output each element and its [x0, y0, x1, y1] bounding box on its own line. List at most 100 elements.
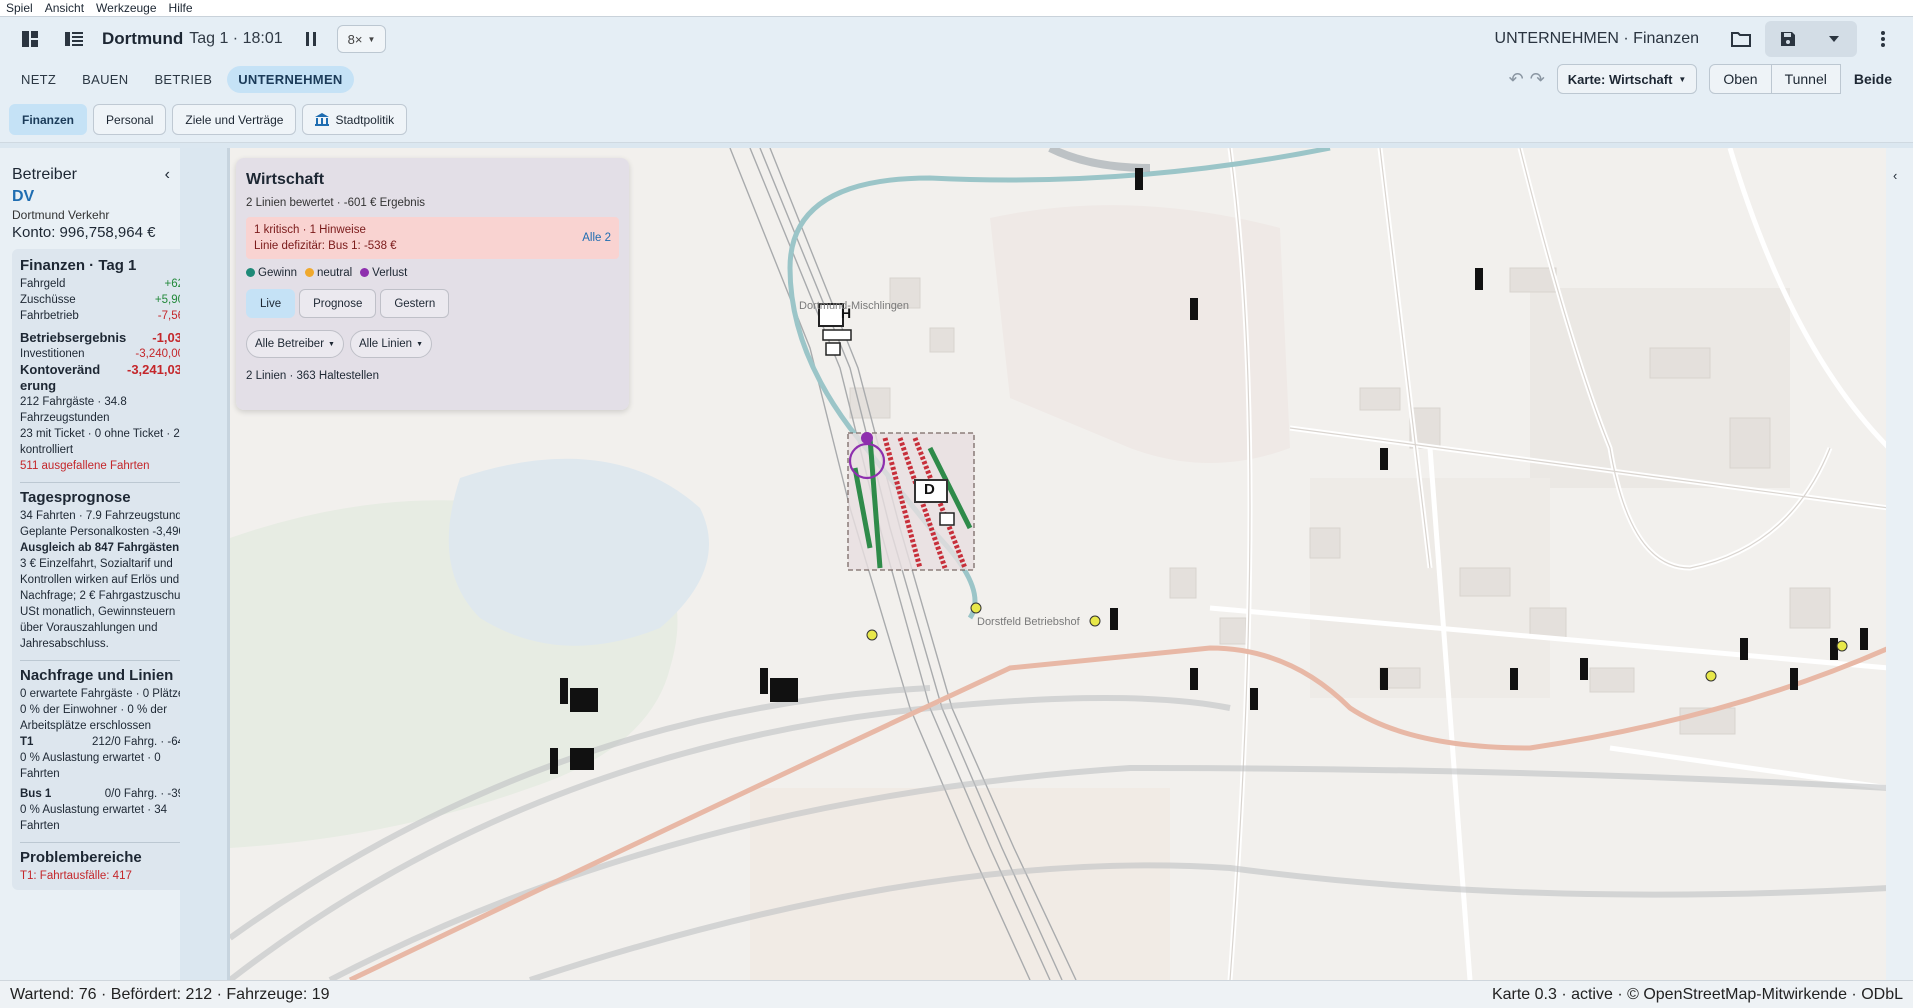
menu-hilfe[interactable]: Hilfe	[169, 0, 193, 16]
view-controls: ↶ ↷ Karte: Wirtschaft ▼ Oben Tunnel Beid…	[1509, 64, 1905, 94]
speed-value: 8×	[347, 31, 363, 47]
cancelled-trips: 511 ausgefallene Fahrten	[20, 460, 150, 472]
chevron-down-icon: ▼	[1678, 74, 1687, 84]
line-detail: 0 % Auslastung erwartet · 34 Fahrten	[20, 804, 168, 832]
save-icon[interactable]	[1765, 21, 1811, 57]
wirtschaft-legend: Gewinn neutral Verlust	[246, 267, 619, 279]
demand-expected: 0 erwartete Fahrgäste · 0 Plätze	[20, 688, 180, 700]
operator-filter[interactable]: Alle Betreiber ▼	[246, 330, 344, 358]
legend-label: Gewinn	[258, 267, 297, 279]
finance-label: Fahrgeld	[20, 278, 66, 290]
line-row[interactable]: Bus 1 0/0 Fahrg. · -394 €	[20, 786, 180, 802]
finance-row: Fahrgeld +629 €	[20, 276, 180, 292]
invest-row: Investitionen -3,240,000 €	[20, 346, 180, 362]
level-beide[interactable]: Beide	[1841, 64, 1905, 94]
line-filter[interactable]: Alle Linien ▼	[349, 330, 432, 358]
subtab-finanzen-label: Finanzen	[22, 112, 75, 127]
undo-icon[interactable]: ↶	[1509, 69, 1524, 90]
change-value: -3,241,035 €	[126, 362, 180, 377]
alert-detail: Linie defizitär: Bus 1: -538 €	[254, 240, 397, 252]
finance-title: Finanzen · Tag 1	[20, 257, 137, 274]
legend-label: Verlust	[372, 267, 408, 279]
speed-dropdown[interactable]: 8× ▼	[336, 25, 387, 53]
right-panel-toggle[interactable]: ‹	[1886, 148, 1913, 980]
tab-betrieb[interactable]: BETRIEB	[143, 66, 223, 93]
operator-sidebar: Betreiber ‹ DV Dortmund Verkehr Konto: 9…	[0, 148, 180, 980]
station-marker[interactable]: D	[924, 481, 935, 498]
forecast-note: 3 € Einzelfahrt, Sozialtarif und Kontrol…	[20, 558, 180, 650]
context-title: UNTERNEHMEN · Finanzen	[1494, 30, 1699, 47]
subtab-ziele[interactable]: Ziele und Verträge	[172, 104, 297, 135]
mode-gestern-button[interactable]: Gestern	[380, 289, 450, 318]
chevron-down-icon: ▼	[367, 34, 376, 44]
ticket-stats: 23 mit Ticket · 0 ohne Ticket · 2 kontro…	[20, 428, 180, 456]
demand-coverage: 0 % der Einwohner · 0 % der Arbeitsplätz…	[20, 704, 168, 732]
folder-icon[interactable]	[1721, 23, 1761, 55]
alert-show-all-link[interactable]: Alle 2	[582, 232, 611, 244]
status-right: Karte 0.3 · active · © OpenStreetMap-Mit…	[1491, 985, 1903, 1003]
level-oben[interactable]: Oben	[1709, 64, 1772, 94]
dashboard-icon[interactable]	[14, 23, 46, 55]
finance-row: Fahrbetrieb -7,564 €	[20, 308, 180, 324]
subtab-stadtpolitik[interactable]: Stadtpolitik	[302, 104, 408, 135]
level-switch: Oben Tunnel Beide	[1709, 64, 1905, 94]
map-layer-select[interactable]: Karte: Wirtschaft ▼	[1556, 64, 1698, 94]
legend-label: neutral	[317, 267, 353, 279]
map-label-betriebshof: Dorstfeld Betriebshof	[977, 616, 1080, 628]
menubar: Spiel Ansicht Werkzeuge Hilfe	[0, 0, 1913, 17]
game-time: Tag 1 · 18:01	[189, 30, 283, 47]
line-stats: 212/0 Fahrg. · -641 €	[91, 736, 180, 748]
chevron-down-icon: ▼	[416, 340, 423, 348]
line-row[interactable]: T1 212/0 Fahrg. · -641 €	[20, 734, 180, 750]
legend-item-neutral: neutral	[305, 267, 352, 279]
operator-filter-label: Alle Betreiber	[255, 338, 325, 350]
toolbar: Dortmund Tag 1 · 18:01 8× ▼ UNTERNEHMEN …	[0, 17, 1913, 61]
result-row: Betriebsergebnis -1,035 €	[20, 330, 180, 346]
wirtschaft-alert: 1 kritisch · 1 Hinweise Linie defizitär:…	[246, 217, 619, 259]
status-bar: Wartend: 76 · Befördert: 212 · Fahrzeuge…	[0, 980, 1913, 1008]
finance-label: Zuschüsse	[20, 294, 76, 306]
invest-value: -3,240,000 €	[135, 348, 180, 360]
subtab-ziele-label: Ziele und Verträge	[185, 112, 284, 127]
subtab-finanzen[interactable]: Finanzen	[9, 104, 88, 135]
operator-short[interactable]: DV	[12, 188, 170, 206]
save-group	[1765, 21, 1857, 57]
line-detail: 0 % Auslastung erwartet · 0 Fahrten	[20, 752, 161, 780]
save-options-chevron-icon[interactable]	[1811, 21, 1857, 57]
tab-unternehmen[interactable]: UNTERNEHMEN	[227, 65, 354, 93]
finance-value: +5,900 €	[154, 294, 180, 306]
more-menu-icon[interactable]	[1867, 23, 1899, 55]
account-balance: Konto: 996,758,964 €	[12, 224, 156, 241]
problem-item[interactable]: T1: Fahrtausfälle: 417	[20, 868, 180, 884]
level-tunnel[interactable]: Tunnel	[1771, 64, 1841, 94]
menu-ansicht[interactable]: Ansicht	[45, 0, 84, 16]
wirtschaft-footer: 2 Linien · 363 Haltestellen	[246, 370, 379, 382]
mode-live-button[interactable]: Live	[246, 289, 296, 318]
city-name: Dortmund	[102, 29, 184, 48]
map-label-mischlingen: Dortmund-Mischlingen	[799, 300, 910, 312]
finance-label: Fahrbetrieb	[20, 310, 79, 322]
menu-werkzeuge[interactable]: Werkzeuge	[96, 0, 156, 16]
pause-icon[interactable]	[295, 23, 327, 55]
tab-netz[interactable]: NETZ	[10, 66, 67, 93]
menu-spiel[interactable]: Spiel	[6, 0, 33, 16]
line-filter-label: Alle Linien	[358, 338, 413, 350]
redo-icon[interactable]: ↷	[1530, 69, 1545, 90]
problems-title: Problembereiche	[20, 849, 142, 866]
result-label: Betriebsergebnis	[20, 330, 127, 345]
result-value: -1,035 €	[152, 330, 180, 345]
forecast-trips: 34 Fahrten · 7.9 Fahrzeugstunden	[20, 510, 180, 522]
sidebar-heading: Betreiber	[12, 166, 77, 183]
mode-prognose-button[interactable]: Prognose	[299, 289, 377, 318]
finance-card: Finanzen · Tag 1 Fahrgeld +629 € Zuschüss…	[12, 249, 180, 890]
tab-bauen[interactable]: BAUEN	[71, 66, 139, 93]
forecast-breakeven: Ausgleich ab 847 Fahrgästen	[20, 542, 180, 554]
change-row: Kontoveränd erung -3,241,035 €	[20, 362, 180, 394]
finance-value: -7,564 €	[157, 310, 180, 322]
collapse-sidebar-icon[interactable]: ‹	[165, 166, 170, 184]
wirtschaft-summary: 2 Linien bewertet · -601 € Ergebnis	[246, 197, 425, 209]
city-hall-icon	[315, 113, 330, 126]
list-view-icon[interactable]	[58, 23, 90, 55]
subtab-personal[interactable]: Personal	[93, 104, 167, 135]
sub-tabs: Finanzen Personal Ziele und Verträge Sta…	[0, 97, 1913, 143]
